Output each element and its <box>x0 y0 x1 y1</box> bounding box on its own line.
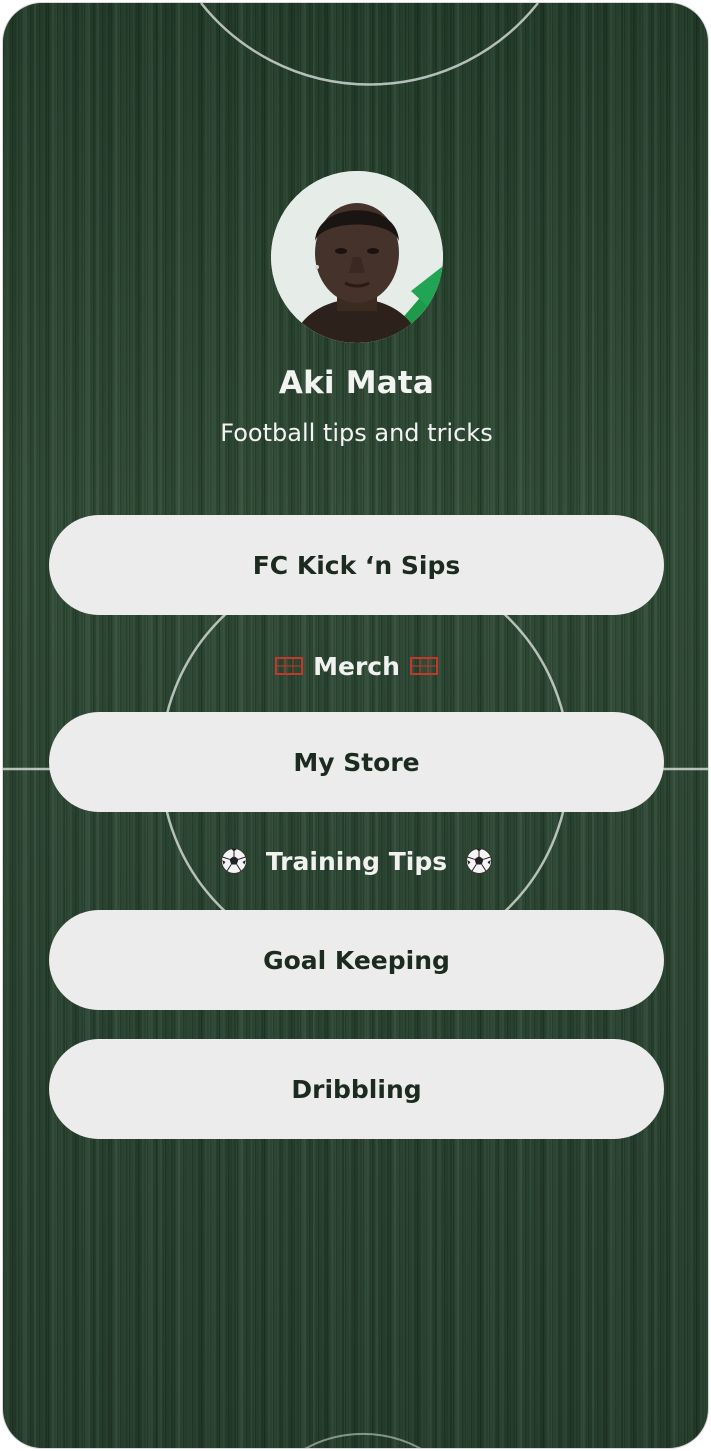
goal-net-icon <box>275 657 304 675</box>
link-button-goal-keeping[interactable]: Goal Keeping <box>49 910 664 1010</box>
section-header-merch: Merch <box>3 648 708 684</box>
profile-page: Aki Mata Football tips and tricks FC Kic… <box>2 2 709 1449</box>
soccer-ball-icon <box>466 848 493 874</box>
profile-name: Aki Mata <box>278 365 435 401</box>
soccer-ball-icon <box>220 848 247 874</box>
section-header-training-tips: Training Tips <box>3 843 708 879</box>
person-portrait-icon <box>271 171 443 343</box>
goal-net-icon <box>409 657 438 675</box>
section-title-training-tips: Training Tips <box>265 846 448 876</box>
avatar <box>271 171 443 343</box>
link-button-fc-kick-n-sips[interactable]: FC Kick ‘n Sips <box>49 515 664 615</box>
section-title-merch: Merch <box>313 651 400 681</box>
link-button-dribbling[interactable]: Dribbling <box>49 1039 664 1139</box>
profile-bio: Football tips and tricks <box>220 419 493 447</box>
link-button-my-store[interactable]: My Store <box>49 712 664 812</box>
